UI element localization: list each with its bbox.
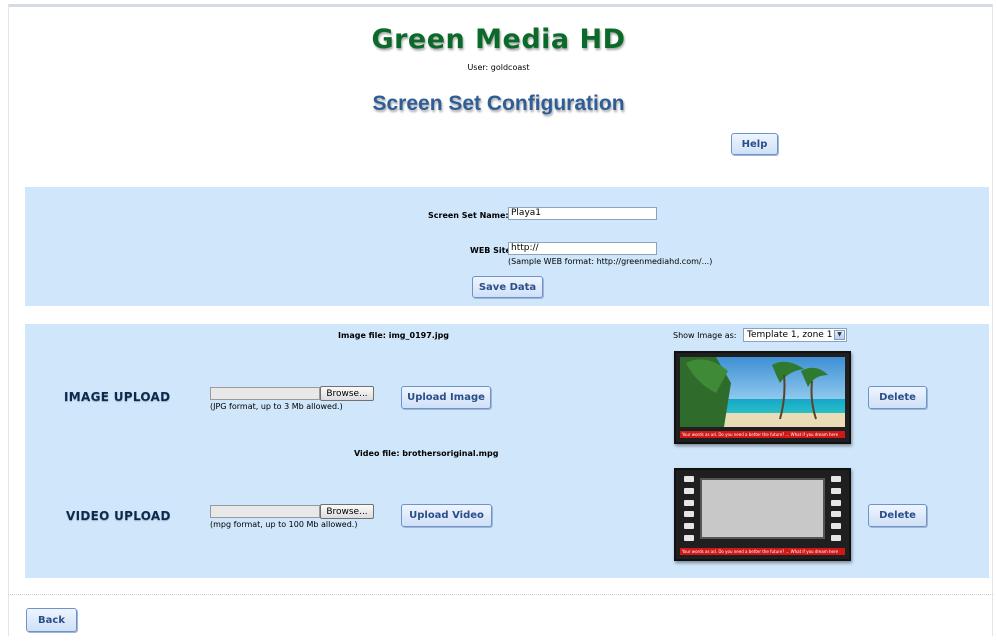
- film-strip-right: [831, 476, 841, 541]
- image-format-hint: (JPG format, up to 3 Mb allowed.): [210, 402, 343, 411]
- footer-divider: [8, 594, 993, 595]
- back-button[interactable]: Back: [26, 608, 77, 632]
- ticker-bar: Your words as ad. Do you need a better t…: [680, 548, 845, 555]
- upload-video-button[interactable]: Upload Video: [401, 504, 492, 527]
- beach-image: [680, 357, 845, 427]
- video-frame: [700, 478, 825, 539]
- image-delete-button[interactable]: Delete: [868, 386, 927, 409]
- image-preview: Your words as ad. Do you need a better t…: [674, 351, 851, 444]
- app-logo: Green Media HD: [371, 24, 626, 55]
- web-site-input[interactable]: http://: [508, 242, 657, 255]
- image-file-name: Image file: img_0197.jpg: [338, 331, 450, 340]
- image-file-input[interactable]: [210, 387, 320, 400]
- upload-image-button[interactable]: Upload Image: [401, 386, 491, 409]
- screen-set-name-label: Screen Set Name:: [428, 211, 509, 220]
- chevron-down-icon: ▼: [834, 330, 845, 340]
- user-line: User: goldcoast: [467, 63, 530, 72]
- video-file-input[interactable]: [210, 505, 320, 518]
- show-image-as-select[interactable]: Template 1, zone 1 ▼: [743, 328, 847, 342]
- image-upload-section-label: IMAGE UPLOAD: [64, 390, 171, 404]
- screen-set-name-input[interactable]: Playa1: [508, 207, 657, 220]
- video-upload-section-label: VIDEO UPLOAD: [66, 509, 171, 523]
- help-button[interactable]: Help: [731, 133, 778, 155]
- show-image-as-label: Show Image as:: [673, 331, 737, 340]
- ticker-bar: Your words as ad. Do you need a better t…: [680, 431, 845, 438]
- show-image-as-value: Template 1, zone 1: [747, 330, 833, 340]
- video-preview: Your words as ad. Do you need a better t…: [674, 468, 851, 561]
- video-file-name: Video file: brothersoriginal.mpg: [354, 449, 499, 458]
- video-format-hint: (mpg format, up to 100 Mb allowed.): [210, 520, 358, 529]
- image-browse-button[interactable]: Browse...: [320, 386, 374, 401]
- save-data-button[interactable]: Save Data: [472, 276, 543, 298]
- film-strip-left: [684, 476, 694, 541]
- page-title: Screen Set Configuration: [372, 92, 625, 115]
- web-site-hint: (Sample WEB format: http://greenmediahd.…: [508, 257, 713, 266]
- video-delete-button[interactable]: Delete: [868, 504, 927, 527]
- video-browse-button[interactable]: Browse...: [320, 504, 374, 519]
